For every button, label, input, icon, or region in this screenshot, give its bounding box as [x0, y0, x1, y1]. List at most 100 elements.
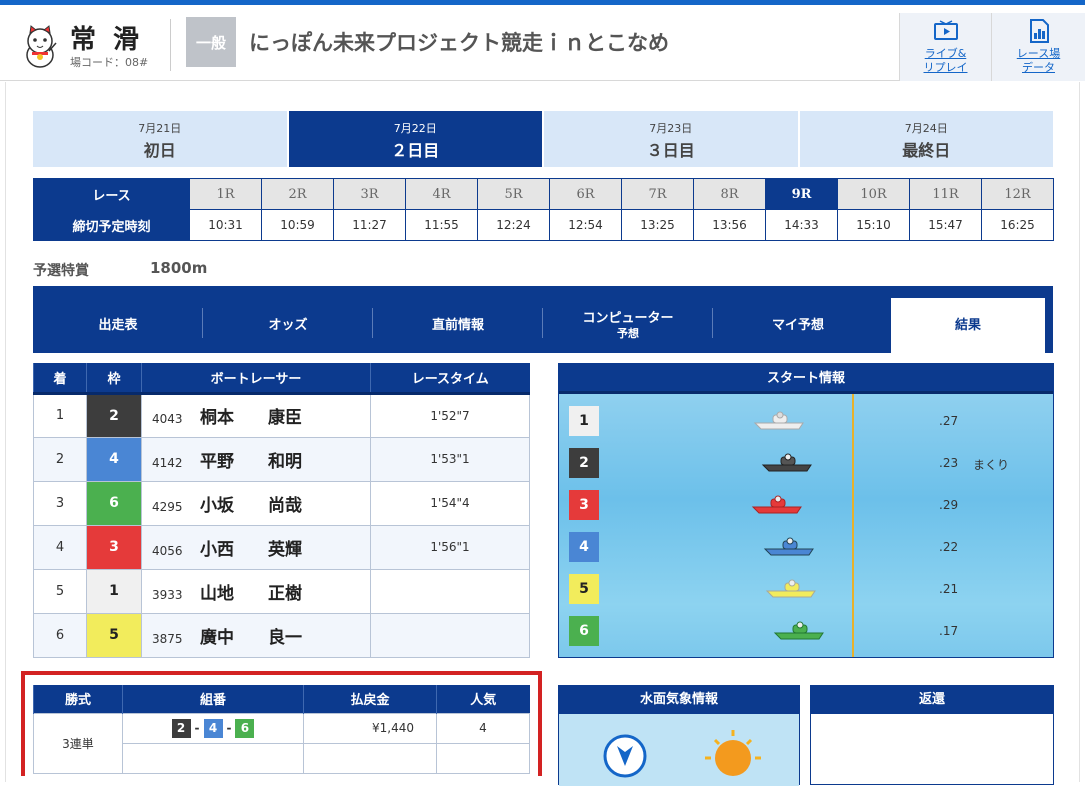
wind-direction-icon	[603, 734, 647, 778]
race-tab-10r[interactable]: 10R	[837, 178, 910, 210]
mascot-cat-logo	[26, 25, 57, 68]
start-timing: .27	[939, 414, 959, 428]
start-row: 3 .29	[569, 490, 1039, 520]
start-timing: .17	[939, 624, 959, 638]
start-timing: .23	[939, 456, 959, 470]
live-replay-link[interactable]: ライブ& リプレイ	[899, 13, 991, 81]
frame-cell: 5	[86, 612, 142, 658]
day-date: 7月24日	[904, 122, 948, 135]
tab-results[interactable]: 結果	[891, 298, 1045, 353]
result-table: 着 枠 ボートレーサー レースタイム 1 2 4043 桐本 康臣 1'52"7 …	[33, 363, 530, 658]
tab-computer-prediction[interactable]: コンピューター 予想	[543, 298, 713, 353]
racer-name[interactable]: 山地 正樹	[200, 584, 302, 604]
col-race-time: レースタイム	[370, 363, 530, 395]
race-tab-2r[interactable]: 2R	[261, 178, 334, 210]
race-tab-1r[interactable]: 1R	[189, 178, 262, 210]
deadline-time: 10:59	[261, 209, 334, 241]
tab-pre-race-info[interactable]: 直前情報	[373, 298, 543, 353]
race-type: 予選特賞	[33, 263, 89, 279]
data-link-line1: レース場	[1016, 47, 1061, 60]
start-row: 1 .27	[569, 406, 1039, 436]
col-place: 着	[33, 363, 87, 395]
course-badge: 2	[569, 448, 599, 478]
start-timing: .21	[939, 582, 959, 596]
frame-cell: 1	[86, 568, 142, 614]
race-schedule-table: レース 1R 2R 3R 4R 5R 6R 7R 8R 9R 10R 11R 1…	[33, 178, 1054, 241]
highlight-frame	[21, 671, 542, 776]
start-row: 6 .17	[569, 616, 1039, 646]
tab-my-prediction[interactable]: マイ予想	[713, 298, 883, 353]
table-row: 2 4 4142 平野 和明 1'53"1	[33, 436, 530, 482]
race-tab-11r[interactable]: 11R	[909, 178, 982, 210]
day-name: ３日目	[646, 141, 695, 160]
place-cell: 4	[33, 524, 87, 570]
course-badge: 4	[569, 532, 599, 562]
race-tab-6r[interactable]: 6R	[549, 178, 622, 210]
racer-cell: 4043 桐本 康臣	[141, 392, 371, 438]
race-title: にっぽん未来プロジェクト競走ｉｎとこなめ	[249, 31, 669, 55]
deadline-time: 12:54	[549, 209, 622, 241]
weather-title: 水面気象情報	[559, 686, 799, 714]
day-tabs: 7月21日 初日 7月22日 ２日目 7月23日 ３日目 7月24日 最終日	[33, 111, 1053, 167]
frame-cell: 2	[86, 392, 142, 438]
day-name: 初日	[143, 141, 176, 160]
live-link-line2: リプレイ	[923, 61, 968, 74]
racer-name[interactable]: 平野 和明	[200, 452, 302, 472]
race-tab-5r[interactable]: 5R	[477, 178, 550, 210]
race-tab-9r[interactable]: 9R	[765, 178, 838, 210]
place-cell: 6	[33, 612, 87, 658]
race-tab-3r[interactable]: 3R	[333, 178, 406, 210]
water-surface: 1 .27 2 .23 まくり 3 .29 4 .22 5 .21 6 .17	[559, 394, 1053, 657]
tab-odds[interactable]: オッズ	[203, 298, 373, 353]
col-frame: 枠	[86, 363, 142, 395]
race-tab-12r[interactable]: 12R	[981, 178, 1054, 210]
racer-name[interactable]: 桐本 康臣	[200, 408, 302, 428]
day-tab-2[interactable]: 7月22日 ２日目	[288, 111, 542, 167]
race-time-cell	[370, 612, 530, 658]
race-time-cell: 1'52"7	[370, 392, 530, 438]
day-date: 7月23日	[649, 122, 693, 135]
tab-label: 出走表	[98, 318, 138, 333]
tab-label: 直前情報	[431, 318, 484, 333]
race-tab-4r[interactable]: 4R	[405, 178, 478, 210]
racer-name[interactable]: 小坂 尚哉	[200, 496, 302, 516]
race-tab-7r[interactable]: 7R	[621, 178, 694, 210]
page-header: 常 滑 場コード：08# 一般 にっぽん未来プロジェクト競走ｉｎとこなめ ライブ…	[0, 5, 1085, 81]
race-time-cell	[370, 568, 530, 614]
race-distance: 1800m	[150, 259, 208, 277]
racer-name[interactable]: 小西 英輝	[200, 540, 302, 560]
tab-label: オッズ	[268, 318, 308, 333]
stadium-data-link[interactable]: レース場 データ	[991, 13, 1085, 81]
course-badge: 3	[569, 490, 599, 520]
day-tab-3[interactable]: 7月23日 ３日目	[544, 111, 798, 167]
day-name: ２日目	[391, 141, 440, 160]
racer-id: 4142	[152, 455, 183, 470]
deadline-time: 13:56	[693, 209, 766, 241]
start-timing: .29	[939, 498, 959, 512]
racer-cell: 4142 平野 和明	[141, 436, 371, 482]
race-tab-8r[interactable]: 8R	[693, 178, 766, 210]
day-date: 7月22日	[393, 122, 437, 135]
deadline-header-cell: 締切予定時刻	[33, 209, 190, 241]
deadline-time: 15:10	[837, 209, 910, 241]
day-tab-1[interactable]: 7月21日 初日	[33, 111, 287, 167]
deadline-time: 13:25	[621, 209, 694, 241]
deadline-time: 10:31	[189, 209, 262, 241]
day-tab-4[interactable]: 7月24日 最終日	[799, 111, 1053, 167]
race-nav-tabs: 出走表 オッズ 直前情報 コンピューター 予想 マイ予想 結果	[33, 286, 1053, 353]
deadline-time: 11:27	[333, 209, 406, 241]
start-info-title: スタート情報	[559, 364, 1053, 394]
tab-label: マイ予想	[771, 318, 824, 333]
tab-entry-list[interactable]: 出走表	[33, 298, 203, 353]
data-chart-icon	[1029, 19, 1049, 43]
racer-cell: 4295 小坂 尚哉	[141, 480, 371, 526]
boat-icon-3	[751, 495, 802, 514]
start-row: 5 .21	[569, 574, 1039, 604]
course-badge: 6	[569, 616, 599, 646]
race-time-cell: 1'56"1	[370, 524, 530, 570]
tab-label: 結果	[954, 318, 981, 333]
racer-cell: 3933 山地 正樹	[141, 568, 371, 614]
table-row: 3 6 4295 小坂 尚哉 1'54"4	[33, 480, 530, 526]
racer-name[interactable]: 廣中 良一	[200, 628, 302, 648]
video-icon	[933, 20, 958, 40]
